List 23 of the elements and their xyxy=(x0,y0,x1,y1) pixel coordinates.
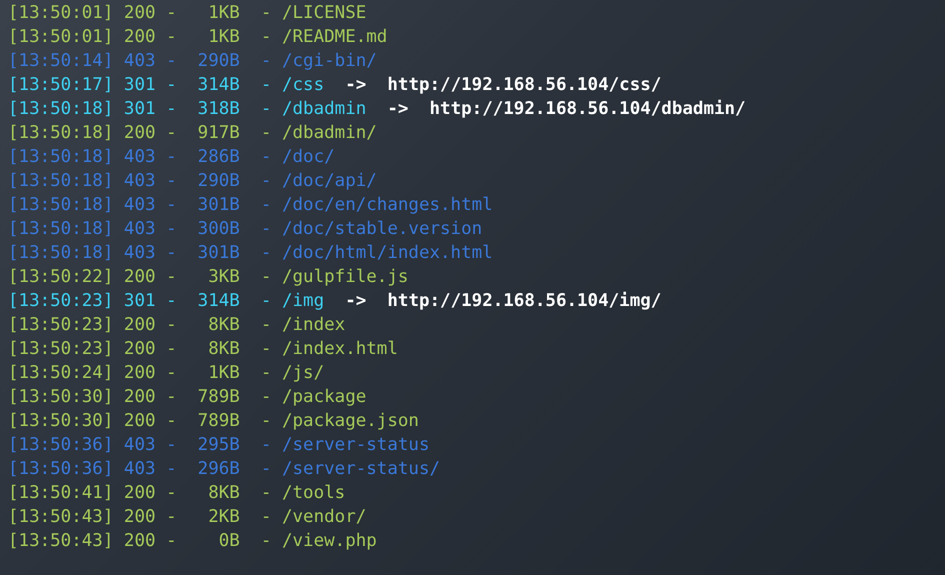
log-line: [13:50:18] 403 - 300B - /doc/stable.version xyxy=(8,218,482,241)
log-line: [13:50:43] 200 - 0B - /view.php xyxy=(8,530,377,553)
log-line: [13:50:01] 200 - 1KB - /LICENSE xyxy=(8,2,366,25)
log-line: [13:50:18] 403 - 290B - /doc/api/ xyxy=(8,170,377,193)
log-line: [13:50:18] 200 - 917B - /dbadmin/ xyxy=(8,122,377,145)
log-line: [13:50:30] 200 - 789B - /package xyxy=(8,386,366,409)
log-line: [13:50:23] 200 - 8KB - /index.html xyxy=(8,338,398,361)
log-line: [13:50:41] 200 - 8KB - /tools xyxy=(8,482,346,505)
log-line: [13:50:22] 200 - 3KB - /gulpfile.js xyxy=(8,266,408,289)
log-line: [13:50:14] 403 - 290B - /cgi-bin/ xyxy=(8,50,377,73)
log-line: [13:50:23] 301 - 314B - /img -> http://192.168.56.104/img/ xyxy=(8,290,662,313)
log-line: [13:50:30] 200 - 789B - /package.json xyxy=(8,410,419,433)
log-line: [13:50:17] 301 - 314B - /css -> http://192.168.56.104/css/ xyxy=(8,74,662,97)
log-line: [13:50:18] 301 - 318B - /dbadmin -> http://192.168.56.104/dbadmin/ xyxy=(8,98,746,121)
log-line: [13:50:01] 200 - 1KB - /README.md xyxy=(8,26,388,49)
log-line: [13:50:18] 403 - 301B - /doc/html/index.html xyxy=(8,242,493,265)
log-line: [13:50:36] 403 - 295B - /server-status xyxy=(8,434,430,457)
log-line: [13:50:18] 403 - 301B - /doc/en/changes.html xyxy=(8,194,493,217)
log-line: [13:50:23] 200 - 8KB - /index xyxy=(8,314,346,337)
log-line: [13:50:43] 200 - 2KB - /vendor/ xyxy=(8,506,366,529)
log-line: [13:50:36] 403 - 296B - /server-status/ xyxy=(8,458,440,481)
log-line: [13:50:18] 403 - 286B - /doc/ xyxy=(8,146,335,169)
log-line: [13:50:24] 200 - 1KB - /js/ xyxy=(8,362,324,385)
